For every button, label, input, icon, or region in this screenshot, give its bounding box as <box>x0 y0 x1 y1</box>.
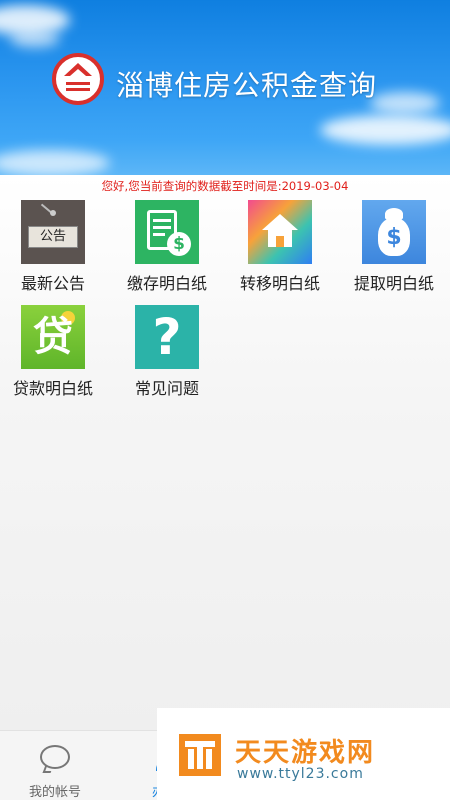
deposit-document-icon: $ <box>135 200 199 264</box>
tile-transfer-guide[interactable]: 转移明白纸 <box>230 200 330 300</box>
tab-label: 我的帐号 <box>28 785 81 800</box>
question-mark-icon: ? <box>135 305 199 369</box>
main-content: 您好,您当前查询的数据截至时间是:2019-03-04 公告 最新公告 $ 缴存… <box>0 175 450 730</box>
tile-label: 贷款明白纸 <box>12 379 93 398</box>
tab-my-account[interactable]: 我的帐号 <box>0 731 110 800</box>
app-title: 淄博住房公积金查询 <box>116 69 378 102</box>
watermark-url: www.ttyl23.com <box>237 766 364 782</box>
transfer-house-icon <box>248 200 312 264</box>
money-bag-icon: $ <box>362 200 426 264</box>
watermark-title: 天天游戏网 <box>235 738 376 768</box>
header-banner: 淄博住房公积金查询 <box>0 0 450 175</box>
loan-glyph: 贷 <box>33 314 73 360</box>
loan-icon: 贷 <box>21 305 85 369</box>
housing-fund-logo-icon <box>52 53 104 105</box>
data-date-notice: 您好,您当前查询的数据截至时间是:2019-03-04 <box>101 179 349 193</box>
tile-loan-guide[interactable]: 贷 贷款明白纸 <box>3 305 103 405</box>
tile-label: 缴存明白纸 <box>126 274 207 293</box>
tile-latest-notice[interactable]: 公告 最新公告 <box>3 200 103 300</box>
tile-label: 最新公告 <box>20 274 85 293</box>
question-glyph: ? <box>152 308 182 366</box>
tile-label: 常见问题 <box>134 379 199 398</box>
chat-bubble-icon <box>38 743 72 773</box>
tile-label: 提取明白纸 <box>353 274 434 293</box>
watermark-overlay: 天天游戏网 www.ttyl23.com <box>157 708 450 800</box>
tile-deposit-guide[interactable]: $ 缴存明白纸 <box>117 200 217 300</box>
tile-withdrawal-guide[interactable]: $ 提取明白纸 <box>344 200 444 300</box>
bulletin-board-text: 公告 <box>28 226 78 248</box>
bulletin-board-icon: 公告 <box>21 200 85 264</box>
tile-faq[interactable]: ? 常见问题 <box>117 305 217 405</box>
watermark-logo-icon <box>179 734 221 776</box>
tile-label: 转移明白纸 <box>239 274 320 293</box>
